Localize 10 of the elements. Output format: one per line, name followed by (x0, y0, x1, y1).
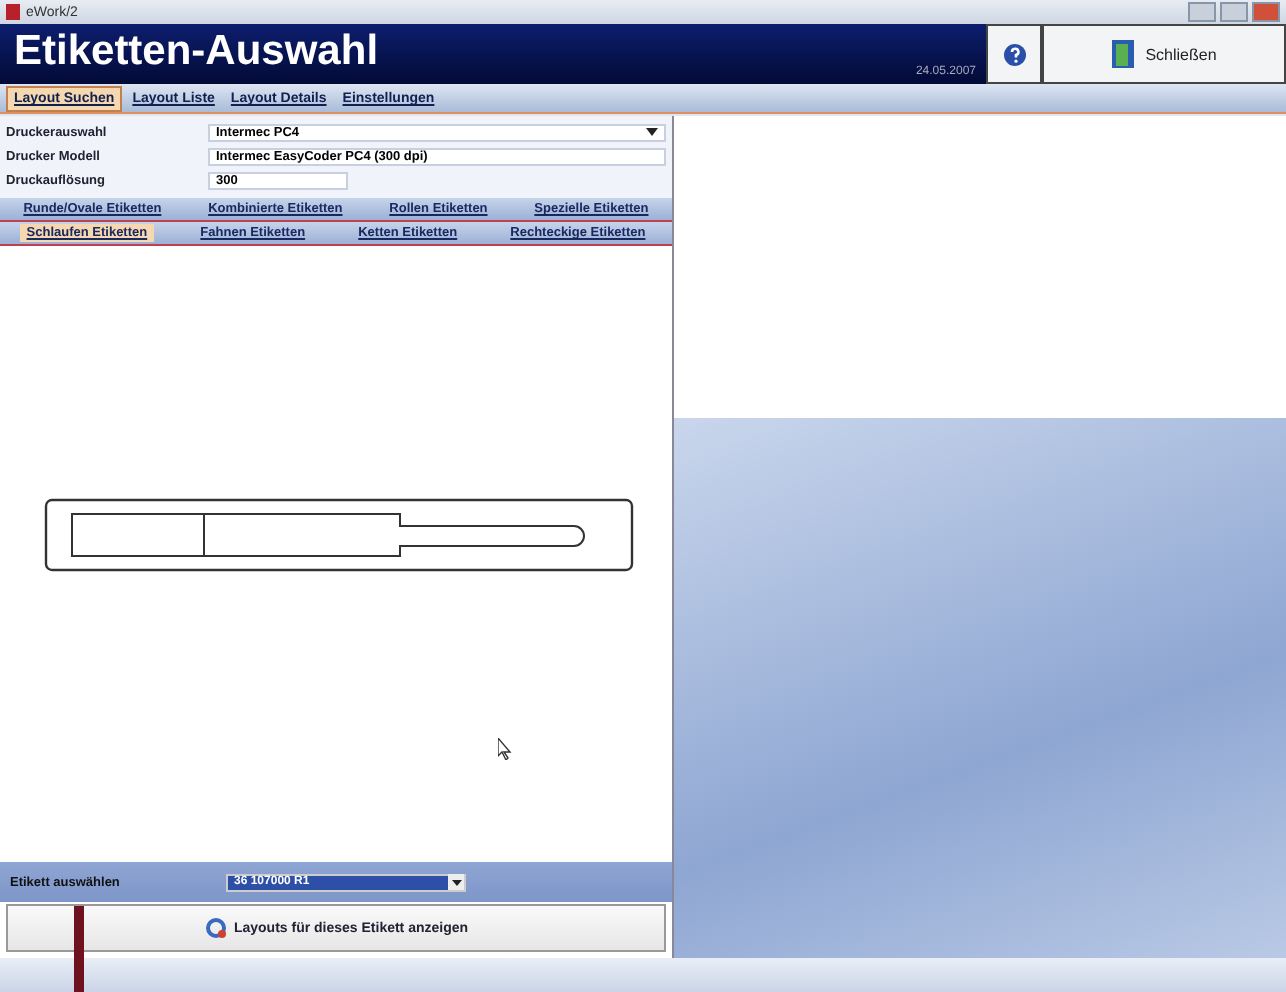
cursor-icon (498, 738, 512, 760)
dropdown-arrow-icon[interactable] (646, 128, 658, 136)
page-title: Etiketten-Auswahl (12, 26, 381, 78)
dropdown-arrow-icon[interactable] (451, 879, 461, 885)
help-button[interactable] (986, 24, 1042, 84)
close-button[interactable]: Schließen (1042, 24, 1286, 84)
app-icon (6, 4, 20, 20)
marker-bar (74, 906, 84, 992)
help-icon (1003, 43, 1025, 65)
door-icon (1111, 40, 1134, 68)
